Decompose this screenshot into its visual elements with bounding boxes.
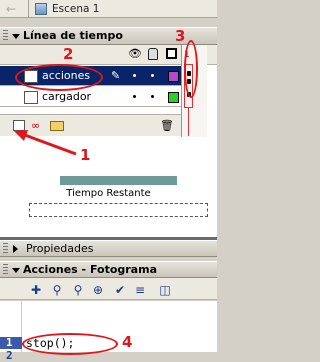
annotation-arrow (14, 130, 77, 156)
